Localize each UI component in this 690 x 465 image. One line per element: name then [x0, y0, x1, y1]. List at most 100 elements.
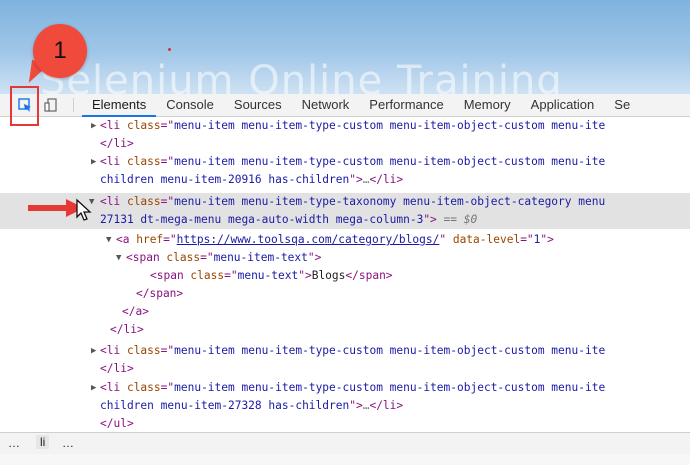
token-val: menu-item menu-item-type-custom menu-ite… — [174, 155, 606, 168]
webpage-header: Selenium Online Training — [0, 0, 690, 94]
dom-tree-line[interactable]: </ul> — [0, 415, 690, 432]
expand-triangle-open-icon[interactable]: ▼ — [106, 231, 111, 249]
token-eq: == $0 — [436, 213, 478, 226]
token-tag: "> — [349, 173, 363, 186]
tab-console[interactable]: Console — [156, 94, 224, 116]
dom-tree-line[interactable]: children menu-item-20916 has-children">…… — [0, 171, 690, 189]
token-tag: </li> — [100, 362, 134, 375]
webpage-title: Selenium Online Training — [40, 58, 563, 94]
token-tag: =" — [224, 269, 238, 282]
token-val: 27131 dt-mega-menu mega-auto-width mega-… — [100, 213, 424, 226]
dom-tree-line[interactable]: ▼ <a href="https://www.toolsqa.com/catego… — [0, 231, 690, 249]
token-attr: class — [126, 195, 161, 208]
dom-line-content: </li> — [100, 135, 134, 153]
token-tag: <span — [150, 269, 191, 282]
token-val: menu-item menu-item-type-custom menu-ite… — [174, 119, 606, 132]
dom-line-content: <span class="menu-item-text"> — [126, 249, 321, 267]
tab-se[interactable]: Se — [604, 94, 640, 116]
token-tag: </li> — [369, 399, 404, 412]
token-tag: =" — [160, 381, 175, 394]
token-tag: =" — [160, 119, 175, 132]
tab-network[interactable]: Network — [292, 94, 360, 116]
token-val: menu-item menu-item-type-taxonomy menu-i… — [174, 195, 606, 208]
token-val: menu-item menu-item-type-custom menu-ite… — [174, 381, 606, 394]
tab-elements[interactable]: Elements — [82, 94, 157, 117]
token-tag: "> — [298, 269, 312, 282]
token-val: menu-text — [237, 269, 299, 282]
dom-tree-line[interactable]: ▼ <span class="menu-item-text"> — [0, 249, 690, 267]
expand-triangle-closed-icon[interactable]: ▶ — [91, 379, 96, 397]
dom-tree-line[interactable]: ▶ <li class="menu-item menu-item-type-cus… — [0, 379, 690, 397]
dom-tree-line[interactable]: ▼ <li class="menu-item menu-item-type-tax… — [0, 193, 690, 211]
dom-tree-line[interactable]: ▶ <li class="menu-item menu-item-type-cus… — [0, 342, 690, 360]
token-tag: =" — [160, 344, 175, 357]
token-tag: =" — [520, 233, 534, 246]
expand-triangle-open-icon[interactable]: ▼ — [116, 249, 121, 267]
console-drawer-strip — [0, 454, 690, 465]
token-val: children menu-item-20916 has-children — [100, 173, 350, 186]
token-tag: "> — [423, 213, 437, 226]
device-toggle-icon[interactable] — [42, 96, 60, 114]
inspect-highlight-box — [10, 86, 39, 126]
token-attr: data-level — [452, 233, 521, 246]
token-tag: </li> — [100, 137, 134, 150]
token-tag: =" — [200, 251, 214, 264]
token-tag: </li> — [110, 323, 144, 336]
breadcrumb-suffix[interactable]: … — [62, 436, 74, 450]
token-tag: " — [439, 233, 453, 246]
dom-tree-line[interactable]: ▶ <li class="menu-item menu-item-type-cus… — [0, 153, 690, 171]
token-val: children menu-item-27328 has-children — [100, 399, 350, 412]
token-attr: class — [126, 119, 161, 132]
token-tag: </ul> — [100, 417, 134, 430]
dom-tree-line[interactable]: 27131 dt-mega-menu mega-auto-width mega-… — [0, 211, 690, 229]
token-val: menu-item-text — [213, 251, 308, 264]
token-attr: class — [126, 344, 161, 357]
tab-performance[interactable]: Performance — [359, 94, 453, 116]
token-tag: =" — [160, 195, 175, 208]
breadcrumb-item-li[interactable]: li — [36, 435, 50, 449]
tab-application[interactable]: Application — [521, 94, 605, 116]
dom-tree-line[interactable]: </li> — [0, 360, 690, 378]
dom-tree-line[interactable]: </span> — [0, 285, 690, 303]
dom-line-content: children menu-item-20916 has-children">…… — [100, 171, 403, 189]
annotation-step-badge: 1 — [33, 24, 87, 78]
dom-line-content: </ul> — [100, 415, 134, 432]
dom-tree-line[interactable]: </li> — [0, 135, 690, 153]
token-tag: "> — [307, 251, 322, 264]
token-tag: </a> — [122, 305, 149, 318]
dom-line-content: </li> — [100, 360, 134, 378]
devtools-toolbar: Elements Console Sources Network Performance… — [0, 94, 690, 117]
expand-triangle-closed-icon[interactable]: ▶ — [91, 117, 96, 135]
token-tag: <li — [100, 381, 127, 394]
dom-line-content: </li> — [110, 321, 144, 339]
dom-tree-line[interactable]: children menu-item-27328 has-children">…… — [0, 397, 690, 415]
token-tag: =" — [163, 233, 177, 246]
tab-sources[interactable]: Sources — [224, 94, 292, 116]
token-tag: <li — [100, 344, 127, 357]
token-tag: </span> — [345, 269, 393, 282]
tab-memory[interactable]: Memory — [454, 94, 521, 116]
devtools-tabs: Elements Console Sources Network Performance… — [82, 94, 640, 117]
token-tag: <li — [100, 119, 127, 132]
dom-line-content: </span> — [136, 285, 183, 303]
token-attr: href — [136, 233, 164, 246]
expand-triangle-closed-icon[interactable]: ▶ — [91, 342, 96, 360]
breadcrumb-prefix[interactable]: … — [8, 436, 20, 450]
dom-tree-line[interactable]: <span class="menu-text">Blogs</span> — [0, 267, 690, 285]
token-tag: <a — [116, 233, 137, 246]
dom-line-content: <a href="https://www.toolsqa.com/categor… — [116, 231, 554, 249]
dom-tree-line[interactable]: </li> — [0, 321, 690, 339]
dom-tree-line[interactable]: ▶ <li class="menu-item menu-item-type-cus… — [0, 117, 690, 135]
token-attr: class — [126, 381, 161, 394]
token-tag: "> — [349, 399, 363, 412]
token-tag: =" — [160, 155, 175, 168]
token-link[interactable]: https://www.toolsqa.com/category/blogs/ — [177, 233, 440, 246]
token-attr: class — [126, 155, 161, 168]
dom-line-content: <li class="menu-item menu-item-type-cust… — [100, 379, 605, 397]
token-attr: class — [190, 269, 225, 282]
toolbar-separator — [73, 98, 74, 112]
dom-tree-line[interactable]: </a> — [0, 303, 690, 321]
token-tag: <li — [100, 195, 127, 208]
expand-triangle-closed-icon[interactable]: ▶ — [91, 153, 96, 171]
breadcrumb: … li … — [0, 432, 690, 455]
